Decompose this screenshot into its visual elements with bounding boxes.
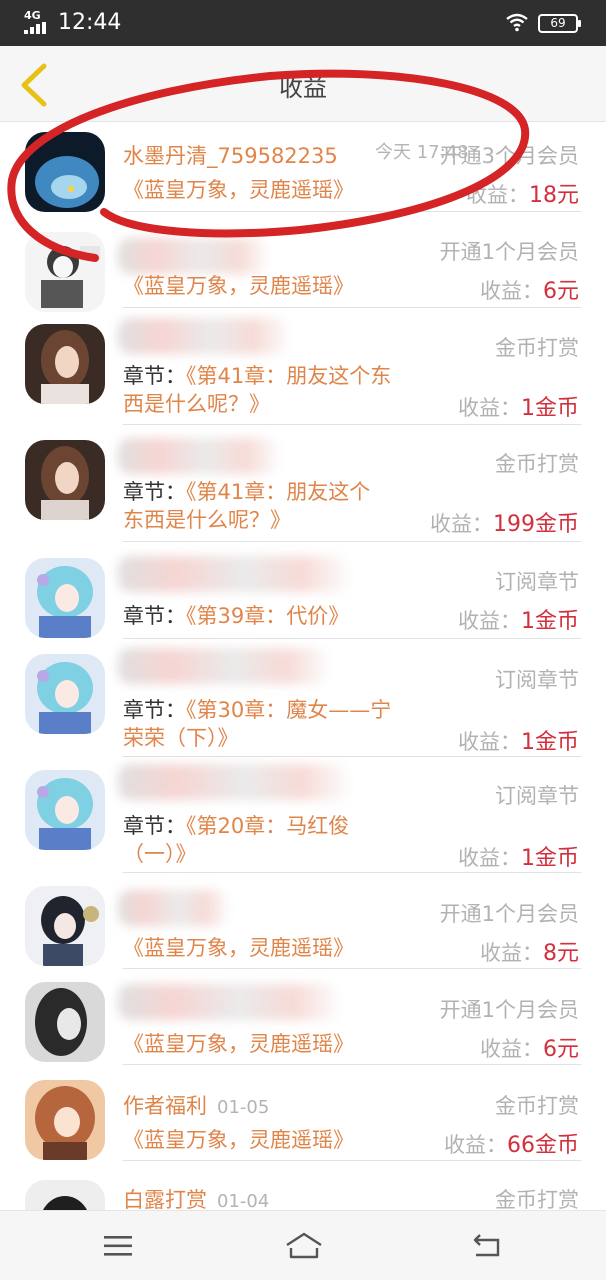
avatar [25,232,105,312]
menu-icon[interactable] [102,1231,136,1261]
redacted-name [118,438,278,474]
earnings-list[interactable]: 水墨丹清_759582235 开通3个月会员 《蓝皇万象，灵鹿遥瑶》 收益：18… [0,122,606,1210]
battery-indicator: 69 [538,14,581,33]
avatar [25,440,105,520]
nav-bar: 收益 [0,46,606,122]
earning-description: 《蓝皇万象，灵鹿遥瑶》 [123,1128,354,1152]
avatar [25,132,105,212]
redacted-name [118,318,288,354]
avatar [25,1180,105,1210]
list-item[interactable]: 金币打赏 章节：《第41章：朋友这个 东西是什么呢？》 收益：199金币 [0,424,606,542]
wifi-icon [506,13,528,32]
system-nav-bar [0,1210,606,1280]
signal-icon [24,22,50,34]
earning-amount: 收益：6元 [480,279,579,304]
earning-description: 《蓝皇万象，灵鹿遥瑶》 [123,1032,354,1056]
list-item[interactable]: 作者福利 01-05 金币打赏 《蓝皇万象，灵鹿遥瑶》 收益：66金币 [0,1064,606,1161]
earning-type: 金币打赏 [495,452,579,476]
list-item[interactable]: 水墨丹清_759582235 开通3个月会员 《蓝皇万象，灵鹿遥瑶》 收益：18… [0,122,606,218]
earning-amount: 收益：1金币 [458,730,579,755]
list-item[interactable]: 订阅章节 章节：《第20章：马红俊 （一）》 收益：1金币 [0,756,606,873]
avatar [25,1080,105,1160]
earning-description: 《蓝皇万象，灵鹿遥瑶》 [123,274,354,298]
earning-type: 金币打赏 [495,1188,579,1210]
avatar [25,654,105,734]
divider [123,638,581,639]
list-item[interactable]: 开通1个月会员 《蓝皇万象，灵鹿遥瑶》 收益：6元 [0,968,606,1065]
redacted-name [118,556,348,592]
network-type: 4G [24,9,41,22]
earning-description: 章节：《第39章：代价》 [123,604,350,628]
status-bar: 4G 12:44 69 [0,0,606,46]
user-name: 水墨丹清_759582235 [123,144,338,168]
back-icon[interactable] [470,1231,504,1261]
avatar [25,886,105,966]
avatar [25,324,105,404]
earning-amount: 收益：18元 [466,183,579,208]
list-item[interactable]: 白露打赏 01-04 金币打赏 [0,1160,606,1210]
redacted-name [118,648,328,684]
earning-amount: 收益：66金币 [444,1133,579,1158]
earning-type: 金币打赏 [495,336,579,360]
redacted-name [118,890,228,926]
earning-description: 章节：《第41章：朋友这个东西是什么呢？》 [123,480,371,532]
redacted-name [118,764,348,800]
list-item[interactable]: 订阅章节 章节：《第30章：魔女——宁 荣荣（下）》 收益：1金币 [0,640,606,757]
earning-description: 章节：《第30章：魔女——宁 荣荣（下）》 [123,698,392,750]
earning-amount: 收益：1金币 [458,846,579,871]
earning-type: 订阅章节 [495,784,579,808]
user-name: 白露打赏 01-04 [123,1188,270,1210]
home-icon[interactable] [284,1231,324,1261]
avatar [25,770,105,850]
clock: 12:44 [58,10,122,35]
earning-type: 订阅章节 [495,668,579,692]
earning-type: 开通1个月会员 [439,902,579,926]
earning-amount: 收益：199金币 [430,512,579,537]
earning-description: 《蓝皇万象，灵鹿遥瑶》 [123,936,354,960]
page-title: 收益 [279,74,327,102]
earning-type: 开通1个月会员 [439,240,579,264]
earning-type: 订阅章节 [495,570,579,594]
earning-amount: 收益：1金币 [458,396,579,421]
user-name: 作者福利 01-05 [123,1094,270,1118]
earning-amount: 收益：8元 [480,941,579,966]
redacted-name [118,238,268,274]
earning-amount: 收益：6元 [480,1037,579,1062]
redacted-name [118,984,338,1020]
earning-type: 金币打赏 [495,1094,579,1118]
earning-description: 章节：《第41章：朋友这个东西是什么呢？》 [123,364,392,416]
avatar [25,558,105,638]
earning-description: 章节：《第20章：马红俊 （一）》 [123,814,350,866]
list-item[interactable]: 开通1个月会员 《蓝皇万象，灵鹿遥瑶》 收益：6元 [0,212,606,312]
earning-description: 《蓝皇万象，灵鹿遥瑶》 [123,178,354,202]
earning-type: 开通1个月会员 [439,998,579,1022]
list-item[interactable]: 开通1个月会员 《蓝皇万象，灵鹿遥瑶》 收益：8元 [0,872,606,969]
list-item[interactable]: 金币打赏 章节：《第41章：朋友这个东 西是什么呢？》 收益：1金币 [0,308,606,425]
avatar [25,982,105,1062]
earning-amount: 收益：1金币 [458,609,579,634]
entry-date: 今天 17:48 [375,142,469,163]
